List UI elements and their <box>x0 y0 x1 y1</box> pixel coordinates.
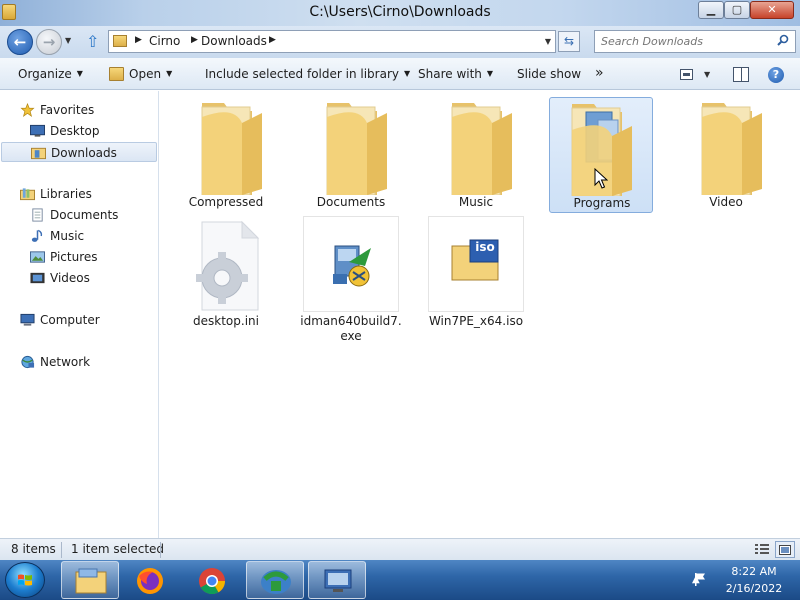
network-icon <box>21 355 35 369</box>
desktop-icon <box>30 124 45 137</box>
explorer-folder-icon <box>75 568 107 594</box>
chrome-icon <box>199 568 226 595</box>
nav-downloads[interactable]: Downloads <box>1 142 157 162</box>
nav-network[interactable]: Network <box>20 352 150 372</box>
folder-icon <box>701 103 762 195</box>
file-item-desktop-ini[interactable]: desktop.ini <box>174 216 278 332</box>
refresh-button[interactable]: ⇆ <box>558 31 580 52</box>
share-with-menu[interactable]: Share with ▼ <box>418 67 493 81</box>
star-icon <box>20 103 35 117</box>
nav-documents[interactable]: Documents <box>30 205 150 225</box>
breadcrumb-arrow-icon[interactable]: ▶ <box>191 35 198 45</box>
folder-icon <box>326 103 387 195</box>
title-bar[interactable]: C:\Users\Cirno\Downloads ▁ ▢ ✕ <box>0 0 800 26</box>
libraries-icon <box>20 188 35 201</box>
settings-file-icon <box>196 220 260 311</box>
up-arrow-icon[interactable]: ⇧ <box>86 32 99 51</box>
breadcrumb-downloads[interactable]: Downloads <box>201 34 267 48</box>
change-view-icon[interactable] <box>680 69 693 80</box>
status-bar: 8 items 1 item selected <box>0 538 800 560</box>
computer-icon <box>20 313 35 326</box>
back-button[interactable]: ← <box>7 29 33 55</box>
nav-libraries[interactable]: Libraries <box>20 184 150 204</box>
folder-item-compressed[interactable]: Compressed <box>174 97 278 211</box>
open-menu[interactable]: Open ▼ <box>129 67 172 81</box>
taskbar-chrome[interactable] <box>184 561 242 599</box>
chevron-down-icon: ▼ <box>76 69 83 78</box>
nav-desktop[interactable]: Desktop <box>30 121 150 141</box>
documents-icon <box>32 208 43 222</box>
folder-icon <box>113 35 127 47</box>
mouse-cursor-icon <box>594 168 608 189</box>
include-in-library-menu[interactable]: Include selected folder in library ▼ <box>205 67 410 81</box>
folder-icon <box>451 103 512 195</box>
breadcrumb-arrow-icon[interactable]: ▶ <box>135 35 142 45</box>
file-item-idman-exe[interactable]: idman640build7. exe <box>299 216 403 346</box>
taskbar-explorer[interactable] <box>61 561 119 599</box>
computer-window-icon <box>324 569 352 592</box>
view-dropdown-icon[interactable]: ▼ <box>704 70 710 79</box>
nav-videos[interactable]: Videos <box>30 268 150 288</box>
item-count: 8 items <box>11 542 56 556</box>
nav-music[interactable]: Music <box>30 226 150 246</box>
folder-item-video[interactable]: Video <box>674 97 778 211</box>
navigation-pane: Favorites Desktop Downloads Libraries Do… <box>0 91 159 538</box>
nav-favorites[interactable]: Favorites <box>20 100 150 120</box>
installer-icon <box>333 245 371 287</box>
chevron-down-icon: ▼ <box>486 69 494 78</box>
nav-pictures[interactable]: Pictures <box>30 247 150 267</box>
taskbar <box>0 560 800 600</box>
file-item-win7pe-iso[interactable]: iso Win7PE_x64.iso <box>424 216 528 332</box>
music-note-icon <box>31 229 43 242</box>
search-box[interactable] <box>594 30 796 53</box>
videos-icon <box>30 272 45 284</box>
navigation-bar: ← → ▼ ⇧ ▶ Cirno ▶ Downloads ▶ ▼ ⇆ <box>0 26 800 58</box>
search-input[interactable] <box>595 31 765 52</box>
folder-item-music[interactable]: Music <box>424 97 528 211</box>
taskbar-installer[interactable] <box>308 561 366 599</box>
address-bar[interactable]: ▶ Cirno ▶ Downloads ▶ ▼ <box>108 30 556 53</box>
nav-computer[interactable]: Computer <box>20 310 150 330</box>
address-dropdown-icon[interactable]: ▼ <box>545 37 551 46</box>
firefox-icon <box>137 568 163 594</box>
taskbar-firefox[interactable] <box>122 561 180 599</box>
start-button[interactable] <box>5 562 45 598</box>
folder-item-documents[interactable]: Documents <box>299 97 403 211</box>
maximize-button[interactable]: ▢ <box>724 1 750 19</box>
idm-icon <box>261 570 291 594</box>
breadcrumb-cirno[interactable]: Cirno <box>149 34 180 48</box>
recent-pages-dropdown-icon[interactable]: ▼ <box>65 36 71 45</box>
close-button[interactable]: ✕ <box>750 1 794 19</box>
iso-badge: iso <box>475 240 495 254</box>
action-center-flag-icon[interactable] <box>694 572 706 586</box>
slide-show-button[interactable]: Slide show <box>517 67 581 81</box>
details-view-icon[interactable] <box>755 543 769 556</box>
help-icon[interactable]: ? <box>768 67 784 83</box>
pictures-icon <box>30 251 45 263</box>
minimize-button[interactable]: ▁ <box>698 1 724 19</box>
preview-pane-icon[interactable] <box>733 67 749 82</box>
folder-item-programs[interactable]: Programs <box>549 97 653 213</box>
large-icons-view-button[interactable] <box>775 541 795 558</box>
folder-icon <box>201 103 262 195</box>
forward-button[interactable]: → <box>36 29 62 55</box>
selection-count: 1 item selected <box>71 542 165 556</box>
large-icons-icon <box>779 545 791 555</box>
organize-menu[interactable]: Organize ▼ <box>18 67 83 81</box>
file-list: Compressed Documents Music Programs Vide… <box>160 91 800 538</box>
breadcrumb-arrow-icon[interactable]: ▶ <box>269 35 276 45</box>
system-clock[interactable]: 8:22 AM 2/16/2022 <box>716 563 792 597</box>
window-title: C:\Users\Cirno\Downloads <box>309 4 491 20</box>
more-commands-button[interactable]: » <box>595 65 604 81</box>
chevron-down-icon: ▼ <box>403 69 411 78</box>
taskbar-idm[interactable] <box>246 561 304 599</box>
windows-logo-icon <box>18 574 32 586</box>
search-icon[interactable] <box>777 34 789 46</box>
open-icon <box>109 67 124 81</box>
downloads-folder-icon <box>31 147 46 160</box>
chevron-down-icon: ▼ <box>166 69 173 78</box>
